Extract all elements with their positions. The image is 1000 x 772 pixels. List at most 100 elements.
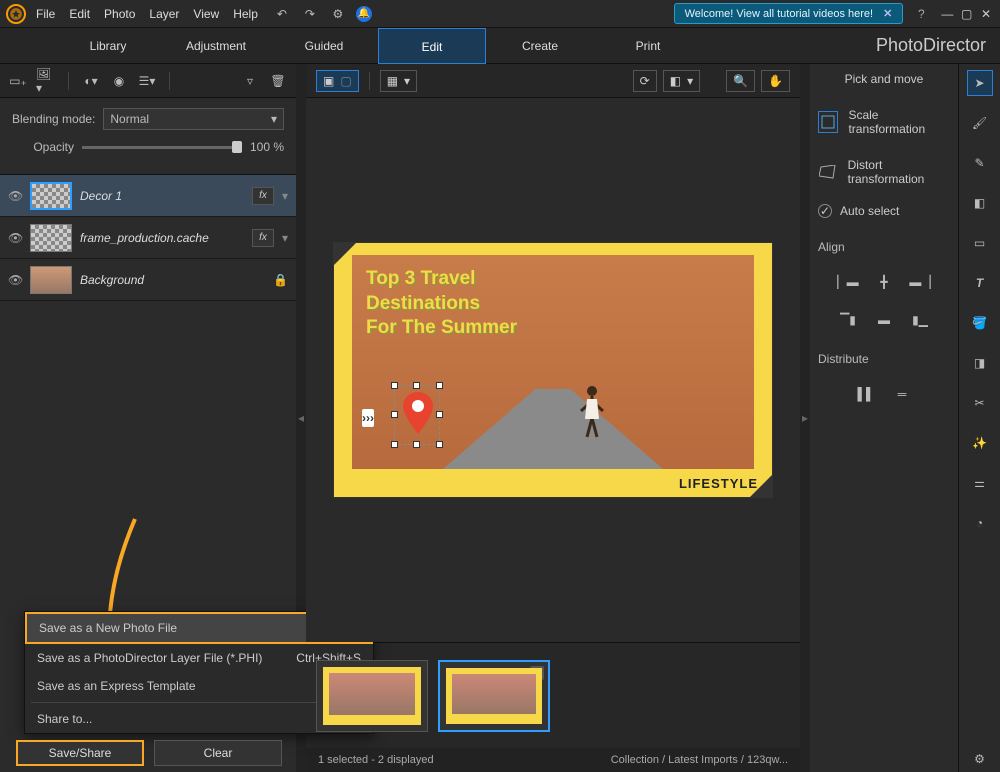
layer-item[interactable]: 👁 Decor 1 fx ▾ bbox=[0, 175, 296, 217]
align-bottom-icon[interactable]: ▮▁ bbox=[910, 310, 930, 330]
effects-tool-icon[interactable]: ✨ bbox=[967, 430, 993, 456]
layer-toolbar: ▭₊ 🖼▾ ◐▾ ◉ ☰▾ ▿ 🗑 bbox=[0, 64, 296, 98]
align-top-icon[interactable]: ▔▮ bbox=[838, 310, 858, 330]
lifestyle-label: LIFESTYLE bbox=[679, 476, 758, 491]
filmstrip-thumb[interactable]: ≡ bbox=[438, 660, 550, 732]
shape-tool-icon[interactable]: ▭ bbox=[967, 230, 993, 256]
align-right-icon[interactable]: ▬▕ bbox=[910, 272, 930, 292]
visibility-icon[interactable]: 👁 bbox=[8, 189, 22, 203]
align-middle-icon[interactable]: ▬ bbox=[874, 310, 894, 330]
notification-icon[interactable]: 🔔 bbox=[356, 6, 372, 22]
mode-edit[interactable]: Edit bbox=[378, 28, 486, 64]
opacity-value: 100 % bbox=[250, 140, 284, 154]
mode-create[interactable]: Create bbox=[486, 28, 594, 64]
zoom-tool[interactable]: 🔍 bbox=[726, 70, 755, 92]
pen-tool-icon[interactable]: ✎ bbox=[967, 150, 993, 176]
distribute-v-icon[interactable]: ═ bbox=[892, 384, 912, 404]
view-mode-single[interactable]: ▣▢ bbox=[316, 70, 359, 92]
mode-guided[interactable]: Guided bbox=[270, 28, 378, 64]
mode-library[interactable]: Library bbox=[54, 28, 162, 64]
auto-select-checkbox[interactable]: ✓ Auto select bbox=[818, 204, 950, 218]
text-tool-icon[interactable]: T bbox=[967, 270, 993, 296]
scale-icon bbox=[818, 111, 838, 133]
distort-transform-button[interactable]: Distort transformation bbox=[818, 154, 950, 190]
help-icon[interactable]: ? bbox=[911, 4, 931, 24]
minimize-icon[interactable]: — bbox=[939, 7, 955, 21]
filmstrip-thumb[interactable] bbox=[316, 660, 428, 732]
distribute-buttons: ▌▌ ═ bbox=[818, 384, 950, 404]
visibility-icon[interactable]: 👁 bbox=[8, 273, 22, 287]
canvas-area[interactable]: Top 3 Travel Destinations For The Summer… bbox=[306, 98, 800, 642]
mode-adjustment[interactable]: Adjustment bbox=[162, 28, 270, 64]
gradient-icon[interactable]: ◐▾ bbox=[81, 71, 101, 91]
list-icon[interactable]: ☰▾ bbox=[137, 71, 157, 91]
window-controls: — ▢ ✕ bbox=[939, 7, 994, 21]
blend-mode-select[interactable]: Normal ▾ bbox=[103, 108, 284, 130]
brush-tool-icon[interactable]: 🖌 bbox=[967, 110, 993, 136]
close-welcome-icon[interactable]: ✕ bbox=[883, 7, 892, 20]
blur-tool-icon[interactable]: ◔ bbox=[967, 510, 993, 536]
maximize-icon[interactable]: ▢ bbox=[959, 7, 975, 21]
layer-list: 👁 Decor 1 fx ▾ 👁 frame_production.cache … bbox=[0, 174, 296, 301]
add-image-icon[interactable]: 🖼▾ bbox=[36, 71, 56, 91]
fill-tool-icon[interactable]: 🪣 bbox=[967, 310, 993, 336]
image-icon: ▣ bbox=[323, 74, 334, 88]
tool-sidebar: ➤ 🖌 ✎ ◧ ▭ T 🪣 ◨ ✂ ✨ ⚌ ◔ ⚙ bbox=[958, 64, 1000, 772]
delete-icon[interactable]: 🗑 bbox=[268, 71, 288, 91]
menu-view[interactable]: View bbox=[193, 7, 219, 21]
fx-badge[interactable]: fx bbox=[252, 187, 274, 205]
app-logo bbox=[6, 4, 26, 24]
close-icon[interactable]: ✕ bbox=[978, 7, 994, 21]
settings-icon[interactable]: ⚙ bbox=[967, 746, 993, 772]
rotate-icon: ⟳ bbox=[640, 74, 650, 88]
menu-edit[interactable]: Edit bbox=[69, 7, 90, 21]
crop-tool-icon[interactable]: ✂ bbox=[967, 390, 993, 416]
welcome-banner[interactable]: Welcome! View all tutorial videos here! … bbox=[674, 3, 904, 24]
rotate-tool[interactable]: ⟳ bbox=[633, 70, 657, 92]
redo-icon[interactable]: ↷ bbox=[300, 4, 320, 24]
chevron-down-icon: ▾ bbox=[271, 112, 277, 126]
main-menu: File Edit Photo Layer View Help bbox=[36, 7, 258, 21]
layer-item[interactable]: 👁 frame_production.cache fx ▾ bbox=[0, 217, 296, 259]
selection-box[interactable] bbox=[394, 385, 440, 445]
mode-bar: Library Adjustment Guided Edit Create Pr… bbox=[0, 28, 1000, 64]
adjust-tool-icon[interactable]: ⚌ bbox=[967, 470, 993, 496]
status-bar: 1 selected - 2 displayed Collection / La… bbox=[306, 748, 800, 772]
menu-file[interactable]: File bbox=[36, 7, 55, 21]
photo-frame: Top 3 Travel Destinations For The Summer… bbox=[333, 242, 773, 498]
undo-icon[interactable]: ↶ bbox=[272, 4, 292, 24]
eraser-tool-icon[interactable]: ◧ bbox=[967, 190, 993, 216]
filmstrip: ≡ 1 selected - 2 displayed Collection / … bbox=[306, 642, 800, 772]
flip-tool[interactable]: ◧▾ bbox=[663, 70, 700, 92]
mask-icon[interactable]: ◉ bbox=[109, 71, 129, 91]
menu-layer[interactable]: Layer bbox=[149, 7, 179, 21]
gradient-tool-icon[interactable]: ◨ bbox=[967, 350, 993, 376]
clear-button[interactable]: Clear bbox=[154, 740, 282, 766]
gear-icon[interactable]: ⚙ bbox=[328, 4, 348, 24]
align-left-icon[interactable]: ▏▬ bbox=[838, 272, 858, 292]
distribute-h-icon[interactable]: ▌▌ bbox=[856, 384, 876, 404]
mode-print[interactable]: Print bbox=[594, 28, 702, 64]
chevron-down-icon[interactable]: ▾ bbox=[282, 189, 288, 203]
collapse-right-handle[interactable]: ▸ bbox=[800, 64, 810, 772]
visibility-icon[interactable]: 👁 bbox=[8, 231, 22, 245]
chevron-down-icon[interactable]: ▾ bbox=[282, 231, 288, 245]
pan-tool[interactable]: ✋ bbox=[761, 70, 790, 92]
menu-photo[interactable]: Photo bbox=[104, 7, 135, 21]
layer-item[interactable]: 👁 Background 🔒 bbox=[0, 259, 296, 301]
layer-name: Background bbox=[80, 273, 265, 287]
add-layer-icon[interactable]: ▭₊ bbox=[8, 71, 28, 91]
move-tool-icon[interactable]: ➤ bbox=[967, 70, 993, 96]
grid-toggle[interactable]: ▦▾ bbox=[380, 70, 417, 92]
layer-name: Decor 1 bbox=[80, 189, 244, 203]
menu-help[interactable]: Help bbox=[233, 7, 258, 21]
filter-icon[interactable]: ▿ bbox=[240, 71, 260, 91]
layer-thumbnail bbox=[30, 224, 72, 252]
blend-label: Blending mode: bbox=[12, 112, 95, 126]
fx-badge[interactable]: fx bbox=[252, 229, 274, 247]
scale-transform-button[interactable]: Scale transformation bbox=[818, 104, 950, 140]
save-share-button[interactable]: Save/Share bbox=[16, 740, 144, 766]
opacity-slider[interactable] bbox=[82, 146, 242, 149]
canvas-panel: ▣▢ ▦▾ ⟳ ◧▾ 🔍 ✋ Top 3 Travel Destinations… bbox=[306, 64, 800, 772]
align-center-icon[interactable]: ╋ bbox=[874, 272, 894, 292]
